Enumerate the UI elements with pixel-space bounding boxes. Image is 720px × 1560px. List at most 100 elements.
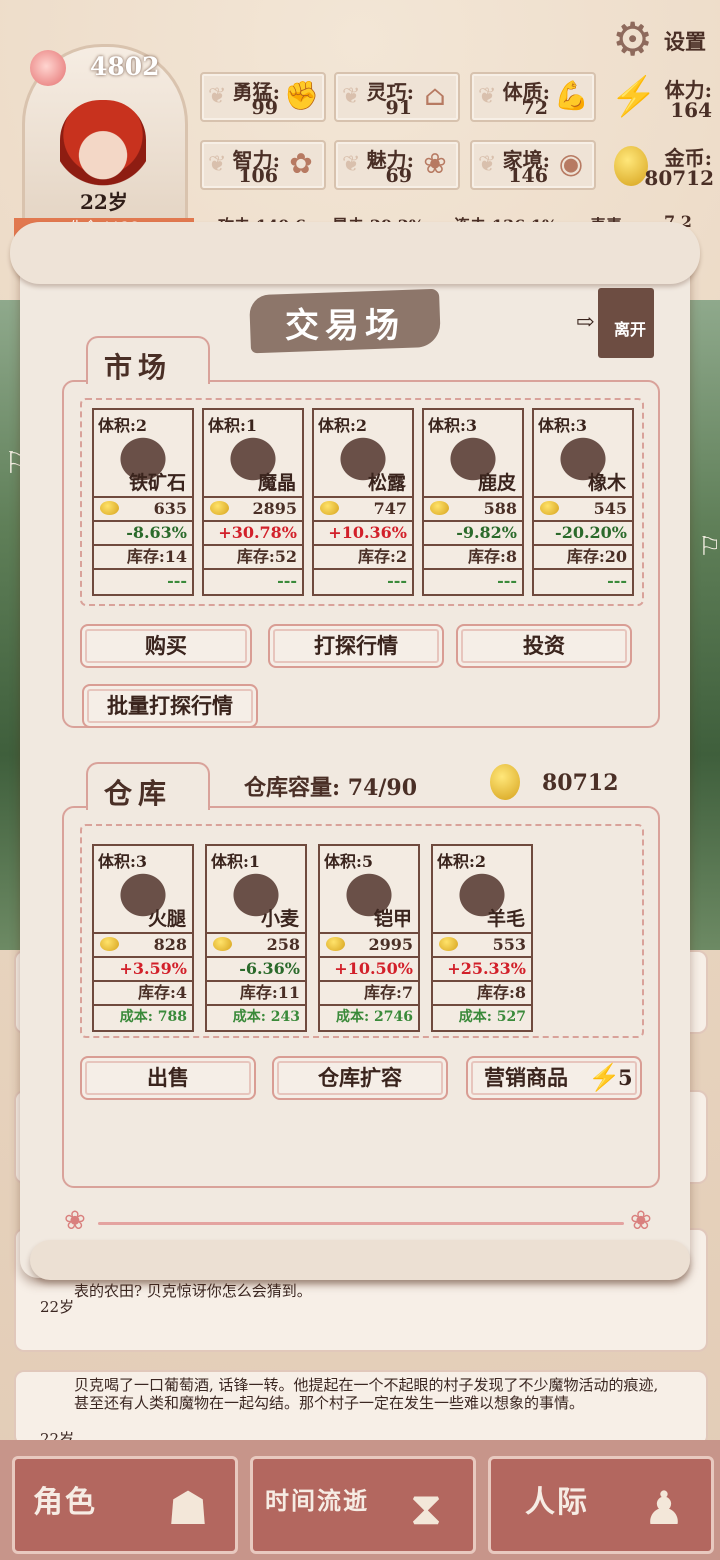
item-cost: 成本: 527 [458, 1009, 526, 1025]
item-price-row: 553 [433, 932, 531, 956]
item-price-row: 635 [94, 496, 192, 520]
item-price: 553 [492, 935, 526, 954]
item-stock-row: 库存:8 [433, 980, 531, 1004]
flower-icon: ❀ [64, 1206, 86, 1236]
nav-role-button[interactable]: 角色 ☗ [12, 1456, 238, 1554]
item-stock-row: 库存:20 [534, 544, 632, 568]
scroll-top-roll [10, 222, 700, 284]
stat-intelligence: ❦ 智力: 106 ✿ [200, 140, 326, 190]
item-name: 羊毛 [486, 908, 525, 930]
item-change-row: -8.63% [94, 520, 192, 544]
item-cost-row: 成本: 527 [433, 1004, 531, 1028]
gold-coin-icon [326, 937, 345, 951]
item-stock: 库存:2 [357, 547, 407, 566]
item-change: +30.78% [218, 523, 297, 542]
leave-label: 离开 [614, 320, 647, 339]
market-section-label: 市场 [104, 351, 173, 384]
item-extra: --- [607, 571, 627, 590]
item-extra-row: --- [534, 568, 632, 592]
spirit-icon [30, 50, 66, 86]
item-price: 747 [373, 499, 407, 518]
sell-button[interactable]: 出售 [80, 1056, 256, 1100]
stat-family: ❦ 家境: 146 ◉ [470, 140, 596, 190]
item-stock: 库存:8 [476, 983, 526, 1002]
item-volume: 体积:1 [211, 852, 261, 871]
flourish-icon: ❦ [208, 152, 227, 177]
gold-coin-icon [614, 146, 648, 186]
item-card[interactable]: 体积:5 铠甲 2995 +10.50% 库存:7 成本: 2746 [318, 844, 420, 1032]
item-change: -20.20% [555, 523, 627, 542]
item-change: +25.33% [447, 959, 526, 978]
map-marker-icon[interactable]: ⚐ [698, 532, 720, 562]
item-card[interactable]: 体积:3 鹿皮 588 -9.82% 库存:8 --- [422, 408, 524, 596]
item-cost-row: 成本: 788 [94, 1004, 192, 1028]
item-change: +10.50% [334, 959, 413, 978]
item-card[interactable]: 体积:2 羊毛 553 +25.33% 库存:8 成本: 527 [431, 844, 533, 1032]
expand-warehouse-button[interactable]: 仓库扩容 [272, 1056, 448, 1100]
flourish-icon: ❦ [342, 84, 361, 109]
marketing-button[interactable]: 营销商品 ⚡ 5 [466, 1056, 642, 1100]
stat-constitution: ❦ 体质: 72 💪 [470, 72, 596, 122]
item-card[interactable]: 体积:1 魔晶 2895 +30.78% 库存:52 --- [202, 408, 304, 596]
leave-button[interactable]: ⇨ 离开 [576, 288, 656, 358]
gold-coin-icon [213, 937, 232, 951]
item-volume: 体积:2 [318, 416, 368, 435]
settings-button[interactable]: ⚙ 设置 [612, 14, 716, 64]
item-change-row: -6.36% [207, 956, 305, 980]
flower-icon: ❀ [630, 1206, 652, 1236]
item-change-row: +25.33% [433, 956, 531, 980]
avatar[interactable] [60, 100, 146, 192]
item-stock: 库存:52 [236, 547, 297, 566]
item-name: 铠甲 [373, 908, 412, 930]
item-extra-row: --- [314, 568, 412, 592]
nav-social-button[interactable]: 人际 ♟ [488, 1456, 714, 1554]
gold-coin-icon [439, 937, 458, 951]
warehouse-gold: 80712 [542, 770, 619, 796]
batch-inquire-button[interactable]: 批量打探行情 [82, 684, 258, 728]
flourish-icon: ❦ [342, 152, 361, 177]
item-change-row: -20.20% [534, 520, 632, 544]
warehouse-section-label: 仓库 [104, 777, 173, 810]
buy-button[interactable]: 购买 [80, 624, 252, 668]
item-price: 588 [483, 499, 517, 518]
item-change-row: +10.36% [314, 520, 412, 544]
item-stock: 库存:8 [467, 547, 517, 566]
inquire-button[interactable]: 打探行情 [268, 624, 444, 668]
item-volume: 体积:2 [98, 416, 148, 435]
score-label: 4802 [90, 52, 160, 81]
item-stock-row: 库存:52 [204, 544, 302, 568]
stat-charm: ❦ 魅力: 69 ❀ [334, 140, 460, 190]
gold-coin-icon [540, 501, 559, 515]
gold-coin-icon [100, 937, 119, 951]
gold-stat: 金币: 80712 [608, 140, 718, 190]
item-volume: 体积:3 [98, 852, 148, 871]
arm-icon: 💪 [554, 79, 589, 112]
item-change-row: +3.59% [94, 956, 192, 980]
item-stock-row: 库存:2 [314, 544, 412, 568]
item-card[interactable]: 体积:1 小麦 258 -6.36% 库存:11 成本: 243 [205, 844, 307, 1032]
item-price: 828 [153, 935, 187, 954]
item-card[interactable]: 体积:3 火腿 828 +3.59% 库存:4 成本: 788 [92, 844, 194, 1032]
nav-time-button[interactable]: 时间流逝 ⧗ [250, 1456, 476, 1554]
item-cost-row: 成本: 2746 [320, 1004, 418, 1028]
item-cost: 成本: 243 [232, 1009, 300, 1025]
item-card[interactable]: 体积:2 松露 747 +10.36% 库存:2 --- [312, 408, 414, 596]
item-price-row: 545 [534, 496, 632, 520]
invest-button[interactable]: 投资 [456, 624, 632, 668]
item-change: -6.36% [239, 959, 300, 978]
item-card[interactable]: 体积:3 橡木 545 -20.20% 库存:20 --- [532, 408, 634, 596]
item-price: 635 [153, 499, 187, 518]
item-card[interactable]: 体积:2 铁矿石 635 -8.63% 库存:14 --- [92, 408, 194, 596]
item-volume: 体积:3 [428, 416, 478, 435]
item-name: 铁矿石 [128, 472, 186, 494]
gold-coin-icon [210, 501, 229, 515]
warehouse-capacity: 仓库容量: 74/90 [244, 775, 418, 801]
item-stock: 库存:20 [566, 547, 627, 566]
item-price-row: 588 [424, 496, 522, 520]
item-stock: 库存:7 [363, 983, 413, 1002]
marketing-label: 营销商品 [484, 1065, 568, 1090]
item-name: 鹿皮 [477, 472, 516, 494]
person-bust-icon: ☗ [167, 1481, 209, 1535]
flourish-icon: ❦ [208, 84, 227, 109]
item-stock-row: 库存:7 [320, 980, 418, 1004]
